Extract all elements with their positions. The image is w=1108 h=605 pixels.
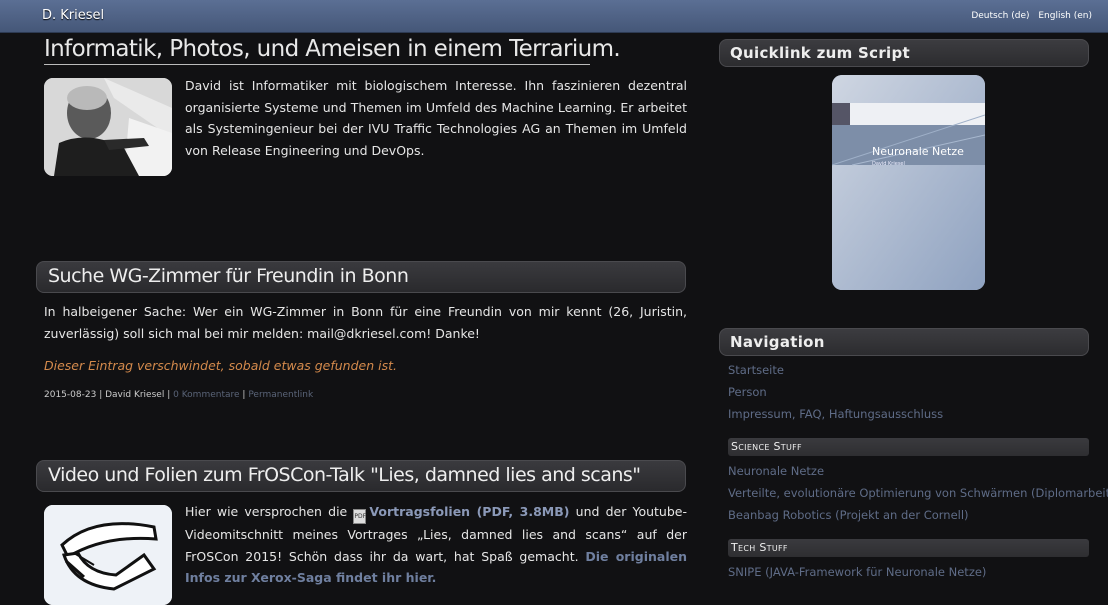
book-author: David Kriesel bbox=[872, 161, 905, 167]
site-title[interactable]: D. Kriesel bbox=[42, 8, 104, 23]
intro-title: Informatik, Photos, und Ameisen in einem… bbox=[44, 36, 621, 65]
top-bar: D. Kriesel Deutsch (de) English (en) bbox=[0, 0, 1108, 33]
post-text-intro: Hier wie versprochen die bbox=[185, 504, 348, 519]
nav-link-neuronale-netze[interactable]: Neuronale Netze bbox=[728, 464, 824, 478]
nav-link-diplomarbeit[interactable]: Verteilte, evolutionäre Optimierung von … bbox=[728, 486, 1108, 500]
comments-link[interactable]: 0 Kommentare bbox=[173, 390, 239, 400]
post-text: Hier wie versprochen die PDF Vortragsfoli… bbox=[185, 501, 687, 589]
post-meta: 2015-08-23 | David Kriesel | 0 Kommentar… bbox=[44, 390, 313, 400]
science-stuff-header: Science Stuff bbox=[728, 438, 1089, 456]
post-text: In halbeigener Sache: Wer ein WG-Zimmer … bbox=[44, 304, 687, 341]
intro-text: David ist Informatiker mit biologischem … bbox=[185, 78, 687, 158]
slides-link[interactable]: Vortragsfolien (PDF, 3.8MB) bbox=[369, 504, 569, 519]
nav-link-startseite[interactable]: Startseite bbox=[728, 363, 784, 377]
separator: | bbox=[99, 390, 103, 400]
language-switcher: Deutsch (de) English (en) bbox=[965, 11, 1092, 21]
science-stuff-title: Science Stuff bbox=[731, 440, 802, 453]
permalink-link[interactable]: Permanentlink bbox=[248, 390, 313, 400]
pdf-icon: PDF bbox=[353, 509, 367, 524]
post-author: David Kriesel bbox=[105, 390, 165, 400]
nav-link-impressum[interactable]: Impressum, FAQ, Haftungsausschluss bbox=[728, 407, 943, 421]
quicklink-header: Quicklink zum Script bbox=[719, 39, 1089, 67]
author-photo bbox=[44, 78, 172, 176]
post-title[interactable]: Video und Folien zum FrOSCon-Talk "Lies,… bbox=[48, 464, 641, 486]
post-note: Dieser Eintrag verschwindet, sobald etwa… bbox=[44, 358, 397, 373]
lang-en-link[interactable]: English (en) bbox=[1038, 11, 1092, 21]
post-date: 2015-08-23 bbox=[44, 390, 97, 400]
lang-de-link[interactable]: Deutsch (de) bbox=[971, 11, 1029, 21]
navigation-header: Navigation bbox=[719, 328, 1089, 356]
nav-link-beanbag-robotics[interactable]: Beanbag Robotics (Projekt an der Cornell… bbox=[728, 508, 969, 522]
tech-stuff-title: Tech Stuff bbox=[731, 541, 788, 554]
post-title-bar: Suche WG-Zimmer für Freundin in Bonn bbox=[36, 261, 686, 293]
navigation-title: Navigation bbox=[730, 333, 825, 351]
tech-stuff-header: Tech Stuff bbox=[728, 539, 1089, 557]
separator: | bbox=[242, 390, 246, 400]
quicklink-title: Quicklink zum Script bbox=[730, 44, 911, 62]
nav-link-snipe[interactable]: SNIPE (JAVA-Framework für Neuronale Netz… bbox=[728, 565, 986, 579]
book-title: Neuronale Netze bbox=[872, 145, 964, 158]
separator: | bbox=[167, 390, 171, 400]
post-image bbox=[44, 505, 172, 605]
nav-link-person[interactable]: Person bbox=[728, 385, 767, 399]
script-cover-image[interactable]: Neuronale Netze David Kriesel bbox=[832, 75, 985, 290]
post-title[interactable]: Suche WG-Zimmer für Freundin in Bonn bbox=[48, 265, 409, 287]
post-title-bar: Video und Folien zum FrOSCon-Talk "Lies,… bbox=[36, 460, 686, 492]
